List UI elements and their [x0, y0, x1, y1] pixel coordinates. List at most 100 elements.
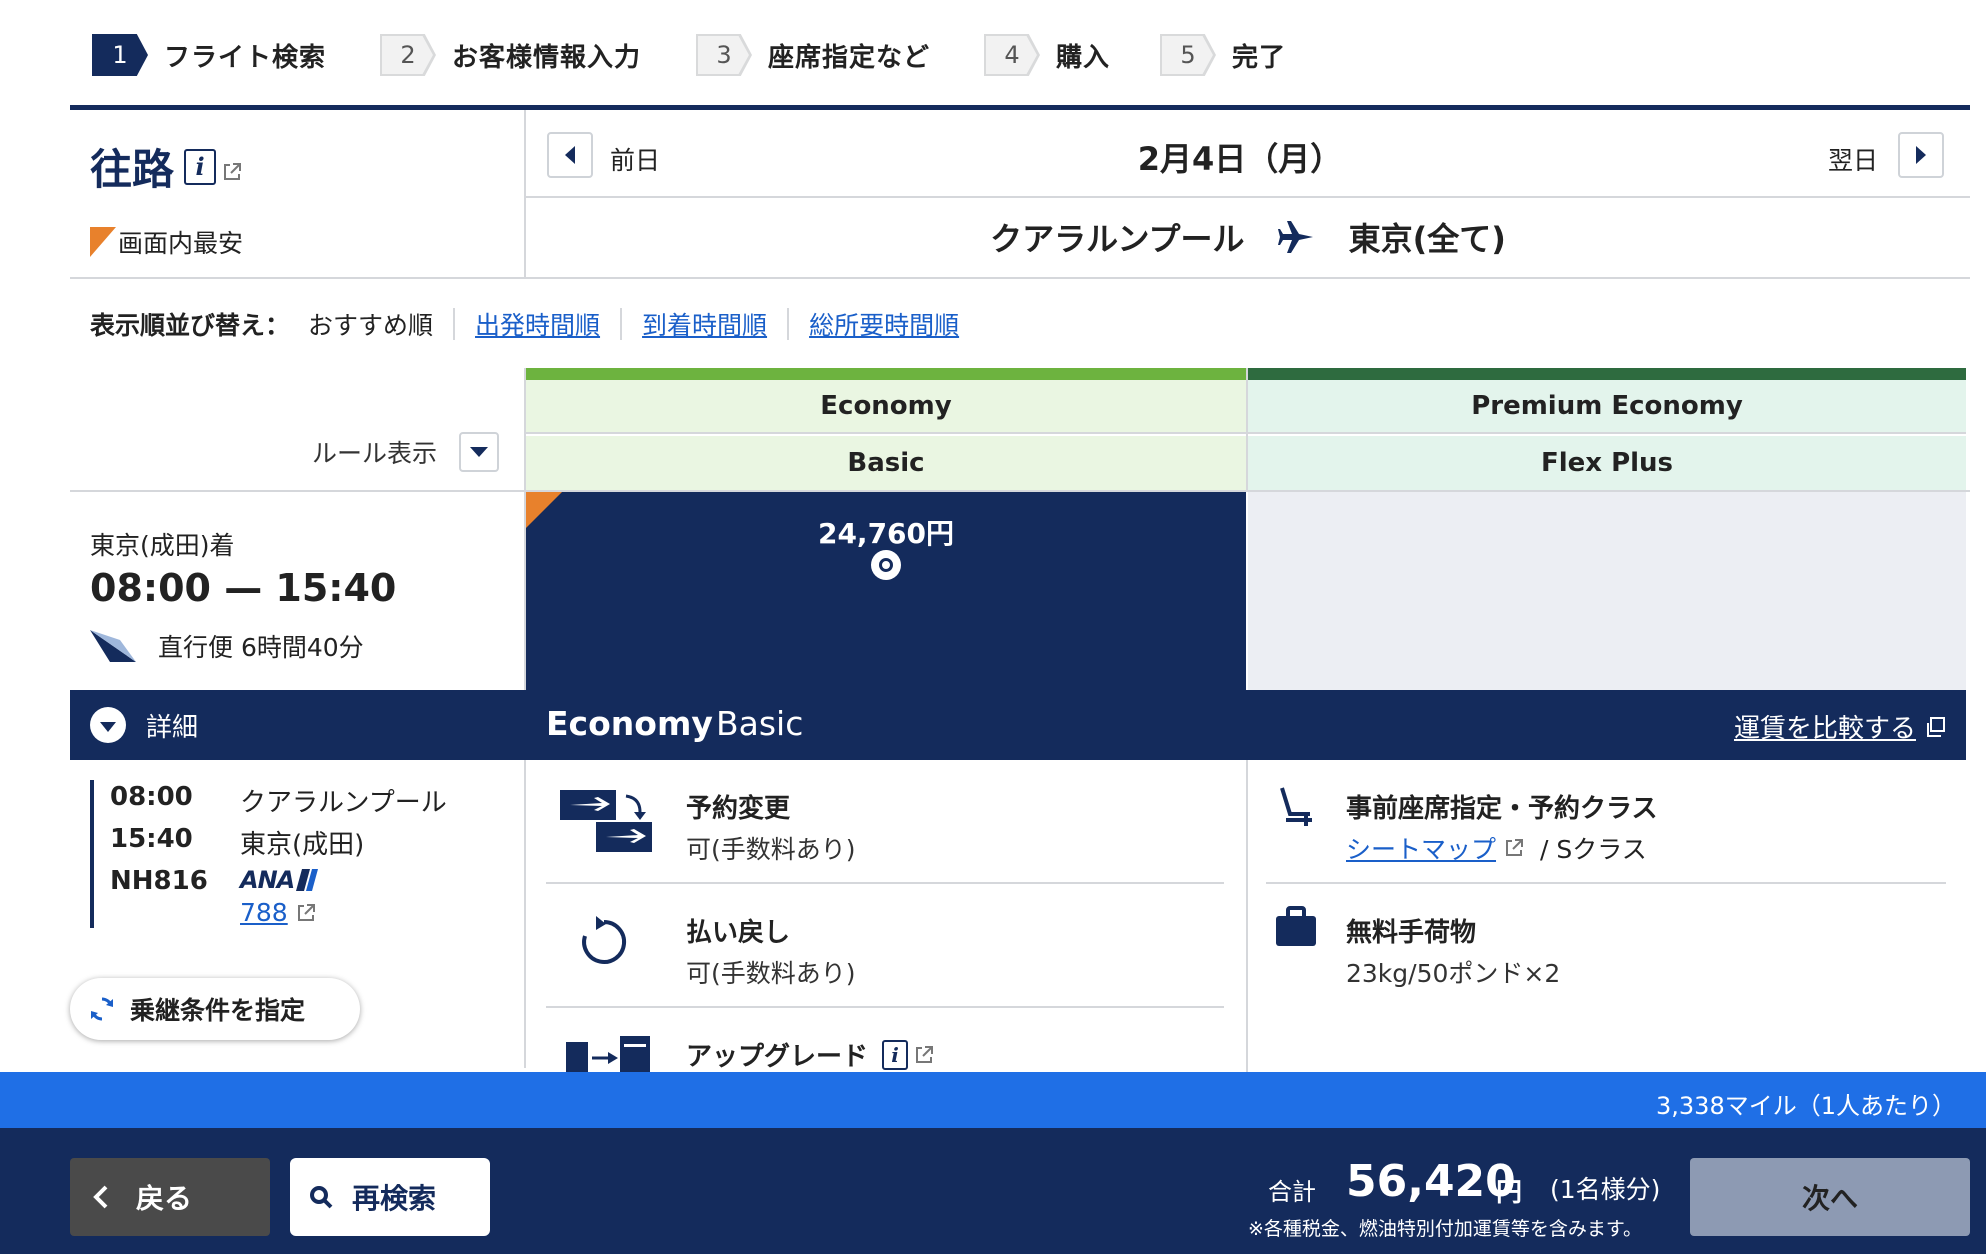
total-amount: 56,420	[1346, 1156, 1516, 1207]
compare-fares-link-group[interactable]: 運賃を比較する	[1734, 708, 1946, 745]
step-label: 座席指定など	[768, 42, 931, 73]
radio-dot	[879, 558, 893, 572]
selected-date: 2月4日（月）	[1137, 140, 1343, 178]
fare-detail-header: Economy Basic 運賃を比較する	[526, 690, 1966, 760]
segment-arrival-time: 15:40	[110, 824, 193, 854]
baggage-title: 無料手荷物	[1346, 918, 1477, 948]
economy-fare-header: Basic	[526, 436, 1246, 490]
total-label: 合計	[1268, 1178, 1316, 1206]
seat-map-link[interactable]: シートマップ	[1346, 830, 1496, 866]
arrival-airport-label: 東京(成田)着	[90, 531, 235, 560]
connection-conditions-button[interactable]: 乗継条件を指定	[70, 978, 360, 1040]
miles-bar: 3,338マイル（1人あたり）	[0, 1072, 1986, 1128]
feature-refund-title: 払い戻し	[686, 918, 791, 948]
sort-option-recommended[interactable]: おすすめ順	[308, 306, 433, 342]
external-link-icon	[1506, 839, 1524, 856]
step-2: 2 お客様情報入力	[380, 34, 641, 76]
next-button[interactable]: 次へ	[1690, 1158, 1970, 1236]
leg-title: 往路	[90, 145, 175, 194]
chevron-left-icon	[565, 146, 575, 164]
fare-price: 24,760円	[817, 517, 955, 550]
chevron-right-icon	[1916, 146, 1926, 164]
next-day-label[interactable]: 翌日	[1828, 141, 1878, 177]
back-button[interactable]: 戻る	[70, 1158, 270, 1236]
step-label: 完了	[1232, 42, 1287, 73]
step-number: 1	[112, 41, 128, 69]
sort-option-arrival[interactable]: 到着時間順	[642, 306, 767, 342]
ana-logo-icon	[90, 630, 136, 662]
new-window-icon	[1927, 716, 1945, 737]
step-5: 5 完了	[1160, 34, 1286, 76]
info-icon[interactable]: i	[184, 148, 217, 185]
external-link-icon	[297, 903, 315, 921]
chevron-down-icon[interactable]	[459, 432, 500, 472]
step-label: 購入	[1056, 42, 1111, 73]
feature-change-title: 予約変更	[686, 794, 791, 824]
prev-day-button[interactable]	[547, 132, 593, 178]
step-number: 3	[716, 41, 732, 69]
premium-fare-header: Flex Plus	[1248, 436, 1966, 490]
chevron-glyph	[100, 721, 116, 732]
chevron-left-icon	[93, 1185, 108, 1209]
step-number: 2	[400, 41, 416, 69]
segment-departure-place: クアラルンプール	[240, 788, 447, 818]
segment-line	[90, 780, 94, 928]
details-toggle[interactable]: 詳細	[70, 690, 526, 760]
prev-day-label[interactable]: 前日	[610, 141, 660, 177]
flight-duration-row: 直行便 6時間40分	[90, 628, 364, 664]
flight-times: 08:00 — 15:40	[90, 566, 397, 610]
ana-logo-text: ANA	[240, 866, 295, 894]
seat-map-row: シートマップ / Sクラス	[1346, 830, 1647, 866]
booking-class: / Sクラス	[1540, 835, 1647, 864]
airplane-icon	[1277, 221, 1313, 253]
sort-option-departure[interactable]: 出発時間順	[475, 306, 600, 342]
rules-toggle-label: ルール表示	[312, 439, 438, 468]
sort-option-duration[interactable]: 総所要時間順	[809, 306, 959, 342]
leg-title-group: 往路 i	[90, 136, 242, 197]
step-4: 4 購入	[984, 34, 1110, 76]
miles-earned: 3,338マイル（1人あたり）	[1656, 1092, 1956, 1120]
chevron-down-icon	[90, 707, 126, 743]
search-icon	[310, 1186, 333, 1209]
route: クアラルンプール 東京(全て)	[526, 214, 1970, 260]
chevron-down-glyph	[470, 447, 489, 457]
external-link-icon	[916, 1045, 934, 1063]
compare-fares-link[interactable]: 運賃を比較する	[1734, 708, 1916, 745]
segment-departure-time: 08:00	[110, 782, 193, 812]
total-currency: 円	[1496, 1178, 1523, 1208]
segment-arrival-place: 東京(成田)	[240, 830, 365, 860]
premium-accent-bar	[1248, 368, 1966, 380]
premium-cabin-header: Premium Economy	[1248, 380, 1966, 434]
rules-toggle[interactable]: ルール表示	[312, 432, 500, 472]
step-number: 5	[1180, 41, 1196, 69]
feature-upgrade: アップグレード i	[686, 1036, 934, 1073]
feature-refund-sub: 可(手数料あり)	[686, 959, 856, 988]
feature-upgrade-title: アップグレード	[686, 1042, 869, 1072]
sort-label: 表示順並び替え：	[90, 311, 291, 340]
info-icon[interactable]: i	[882, 1039, 909, 1070]
tax-note: ※各種税金、燃油特別付加運賃等を含みます。	[1248, 1218, 1643, 1240]
ticket-change-icon	[558, 788, 654, 858]
back-label: 戻る	[136, 1182, 193, 1215]
upgrade-icon	[562, 1036, 656, 1076]
aircraft-link-group[interactable]: 788	[240, 898, 316, 927]
connection-conditions-label: 乗継条件を指定	[130, 996, 306, 1025]
fare-cell-economy-basic[interactable]: 24,760円	[526, 492, 1246, 690]
seat-icon	[1276, 786, 1316, 832]
next-label: 次へ	[1801, 1182, 1858, 1215]
divider	[1246, 368, 1248, 492]
fare-detail-fare: Basic	[716, 704, 804, 743]
route-destination: 東京(全て)	[1348, 220, 1506, 258]
divider	[453, 308, 456, 340]
passenger-count: (1名様分)	[1550, 1175, 1661, 1204]
sort-bar: 表示順並び替え： おすすめ順 出発時間順 到着時間順 総所要時間順	[90, 306, 959, 342]
aircraft-type-link[interactable]: 788	[240, 898, 288, 927]
feature-change-sub: 可(手数料あり)	[686, 835, 856, 864]
refund-icon	[576, 914, 632, 974]
ana-logo: ANA	[240, 866, 319, 894]
divider	[546, 1006, 1224, 1008]
fare-radio[interactable]	[871, 550, 901, 580]
next-day-button[interactable]	[1898, 132, 1944, 178]
research-button[interactable]: 再検索	[290, 1158, 490, 1236]
header-divider	[70, 105, 1970, 110]
